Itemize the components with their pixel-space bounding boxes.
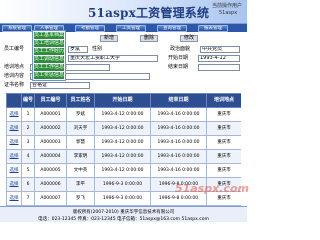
table-cell: 刘天宇 (66, 121, 95, 136)
table-cell: 1993-4-12 0:00:00 (94, 121, 151, 136)
table-cell: A000001 (34, 107, 67, 122)
current-user-label: 当前操作用户 (212, 3, 243, 9)
add-button[interactable]: 新增 (100, 35, 118, 42)
edit-button[interactable]: 修改 (180, 35, 198, 42)
table-cell: A000003 (34, 135, 67, 150)
menu-item-basic-archive[interactable]: 员工基本档案 (34, 32, 64, 39)
table-cell: 重庆市 (206, 163, 241, 178)
table-cell: 1993-4-12 0:00:00 (94, 149, 151, 164)
table-cell: A000006 (34, 177, 67, 192)
personnel-dropdown-menu: 员工基本档案 员工培训信息 员工工作经历 员工调动信息 员工工作信息 员工奖惩信… (32, 30, 66, 81)
table-row: 选择 3 A000003 郭慧 1993-4-12 0:00:00 1993-4… (6, 135, 241, 150)
menu-item-reward-punishment[interactable]: 员工奖惩信息 (34, 72, 64, 79)
table-cell: 1996-9-3 0:00:00 (94, 191, 151, 206)
name-field[interactable]: 罗斌 (68, 46, 88, 53)
table-cell: 3 (21, 135, 35, 150)
tab-attendance[interactable]: 考勤管理 (75, 25, 105, 32)
table-cell: 李家明 (66, 149, 95, 164)
table-row: 选择 1 A000001 罗斌 1993-4-12 0:00:00 1993-4… (6, 107, 241, 122)
select-link[interactable]: 选择 (6, 121, 22, 136)
table-row: 选择 4 A000004 李家明 1993-4-12 0:00:00 1993-… (6, 149, 241, 164)
select-link[interactable]: 选择 (6, 163, 22, 178)
table-cell: 6 (21, 177, 35, 192)
app-header: 51aspx工资管理系统 当前操作用户 51aspx (0, 0, 247, 24)
table-cell: 1 (21, 107, 35, 122)
political-status-label: 政治面貌 (170, 46, 191, 52)
table-cell: 1993-4-12 0:00:00 (94, 107, 151, 122)
column-header: 员工编号 (34, 93, 67, 108)
end-date-label: 结束日期 (168, 64, 189, 70)
table-header-row: 编号 员工编号 员工姓名 开始日期 结束日期 培训地点 (6, 93, 241, 108)
column-header: 员工姓名 (66, 93, 95, 108)
select-link[interactable]: 选择 (6, 191, 22, 206)
table-row: 选择 5 A000005 文中英 1993-4-12 0:00:00 1993-… (6, 163, 241, 178)
tab-salary[interactable]: 工资管理 (116, 25, 146, 32)
table-cell: A000007 (34, 191, 67, 206)
table-cell: 重庆市 (206, 107, 241, 122)
menu-item-training[interactable]: 员工培训信息 (34, 40, 64, 47)
column-header: 结束日期 (150, 93, 207, 108)
table-cell: A000005 (34, 163, 67, 178)
table-cell: 1993-4-16 0:00:00 (150, 107, 207, 122)
table-cell: 1993-4-16 0:00:00 (150, 149, 207, 164)
company-field[interactable]: 重庆天宏工贸职工大学 (68, 55, 158, 62)
table-cell: 罗飞 (66, 191, 95, 206)
table-cell: 重庆市 (206, 121, 241, 136)
tab-query[interactable]: 查询管理 (157, 25, 187, 32)
column-header (6, 93, 22, 108)
table-cell: 1993-4-12 0:00:00 (94, 135, 151, 150)
watermark-logo: 51aspx.com (175, 182, 249, 195)
column-header: 编号 (21, 93, 35, 108)
end-date-field[interactable] (198, 64, 240, 71)
gender-label: 性别 (92, 46, 103, 52)
select-link[interactable]: 选择 (6, 177, 22, 192)
table-cell: 1993-4-12 0:00:00 (94, 163, 151, 178)
table-cell: 1993-4-16 0:00:00 (150, 163, 207, 178)
menu-item-work-info[interactable]: 员工工作信息 (34, 64, 64, 71)
table-cell: 重庆市 (206, 135, 241, 150)
table-cell: 1993-4-16 0:00:00 (150, 135, 207, 150)
tab-system[interactable]: 系统管理 (2, 25, 32, 32)
table-cell: 罗斌 (66, 107, 95, 122)
training-location-label: 培训地点 (4, 64, 25, 70)
table-cell: 文中英 (66, 163, 95, 178)
app-title: 51aspx工资管理系统 (88, 6, 210, 20)
table-cell: 1993-4-16 0:00:00 (150, 121, 207, 136)
column-header: 开始日期 (94, 93, 151, 108)
menu-item-work-history[interactable]: 员工工作经历 (34, 48, 64, 55)
employee-id-label: 员工编号 (4, 46, 25, 52)
select-link[interactable]: 选择 (6, 135, 22, 150)
column-header: 培训地点 (206, 93, 241, 108)
table-cell: 2 (21, 121, 35, 136)
page-footer: 版权所有(2007-2010) 重庆华宇信息技术有限公司 电话：023-1234… (0, 206, 247, 222)
select-link[interactable]: 选择 (6, 107, 22, 122)
certificate-label: 证书名称 (4, 82, 25, 88)
table-cell: 李平 (66, 177, 95, 192)
start-date-field[interactable]: 1993-4-12 (198, 55, 240, 62)
political-status-field[interactable]: 中共党员 (200, 46, 240, 53)
certificate-field[interactable]: 合格证 (30, 82, 90, 89)
table-row: 选择 2 A000002 刘天宇 1993-4-12 0:00:00 1993-… (6, 121, 241, 136)
current-user: 51aspx (219, 10, 238, 16)
form-row: 证书名称 合格证 (0, 81, 247, 89)
menu-item-transfer[interactable]: 员工调动信息 (34, 56, 64, 63)
training-content-label: 培训内容 (4, 73, 25, 79)
start-date-label: 开始日期 (168, 55, 189, 61)
table-cell: 郭慧 (66, 135, 95, 150)
table-cell: 5 (21, 163, 35, 178)
table-cell: A000004 (34, 149, 67, 164)
tab-report[interactable]: 报表管理 (198, 25, 228, 32)
select-link[interactable]: 选择 (6, 149, 22, 164)
table-cell: 1996-9-3 0:00:00 (94, 177, 151, 192)
table-cell: 7 (21, 191, 35, 206)
table-cell: 4 (21, 149, 35, 164)
delete-button[interactable]: 删除 (140, 35, 158, 42)
footer-contact: 电话：023-12345 传真：023-12345 电子信箱：51aspx@16… (38, 217, 209, 222)
table-cell: 重庆市 (206, 149, 241, 164)
table-cell: A000002 (34, 121, 67, 136)
footer-copyright: 版权所有(2007-2010) 重庆华宇信息技术有限公司 (72, 210, 175, 215)
